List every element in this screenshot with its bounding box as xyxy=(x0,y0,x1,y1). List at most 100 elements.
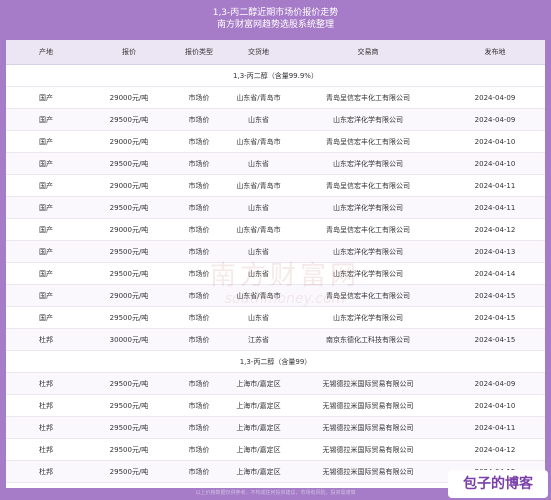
cell-price: 29500元/吨 xyxy=(86,416,172,439)
cell-price-type: 市场价 xyxy=(172,240,226,263)
cell-origin: 国产 xyxy=(6,262,86,285)
cell-trader: 山东宏洋化学有限公司 xyxy=(291,306,445,329)
cell-trader: 青岛呈信宏丰化工有限公司 xyxy=(291,130,445,153)
cell-price-type: 市场价 xyxy=(172,460,226,483)
cell-origin: 杜邦 xyxy=(6,438,86,461)
cell-trader: 山东宏洋化学有限公司 xyxy=(291,152,445,175)
cell-origin: 杜邦 xyxy=(6,328,86,351)
section-header-row: 1,3-丙二醇（含量99） xyxy=(6,350,545,373)
cell-trader: 青岛呈信宏丰化工有限公司 xyxy=(291,86,445,109)
table-row[interactable]: 杜邦29500元/吨市场价上海市/嘉定区无锡德拉米国际贸易有限公司2024-04… xyxy=(6,372,545,395)
table-row[interactable]: 国产 29000元/吨 市场价 山东省/青岛市 青岛呈信宏丰化工有限公司 2024-04-… xyxy=(6,174,545,197)
cell-date: 2024-04-12 xyxy=(445,218,545,241)
cell-date: 2024-04-09 xyxy=(445,108,545,131)
cell-delivery: 山东省 xyxy=(226,152,291,175)
cell-trader: 无锡德拉米国际贸易有限公司 xyxy=(291,438,445,461)
table-row[interactable]: 国产 29000元/吨 市场价 山东省/青岛市 青岛呈信宏丰化工有限公司 2024-04-… xyxy=(6,86,545,109)
column-header-origin: 产地 xyxy=(6,40,86,65)
cell-date: 2024-04-11 xyxy=(445,416,545,439)
cell-origin: 国产 xyxy=(6,284,86,307)
cell-price: 29500元/吨 xyxy=(86,372,172,395)
cell-date: 2024-04-15 xyxy=(445,284,545,307)
table-row[interactable]: 国产 29500元/吨 市场价 山东省 山东宏洋化学有限公司 2024-04-15 xyxy=(6,306,545,329)
cell-origin: 国产 xyxy=(6,108,86,131)
column-header-trader: 交易商 xyxy=(291,40,445,65)
cell-price: 29500元/吨 xyxy=(86,394,172,417)
cell-origin: 国产 xyxy=(6,240,86,263)
table-row[interactable]: 国产 29500元/吨 市场价 山东省 山东宏洋化学有限公司 2024-04-11 xyxy=(6,196,545,219)
cell-delivery: 山东省 xyxy=(226,240,291,263)
cell-delivery: 山东省/青岛市 xyxy=(226,284,291,307)
table-row[interactable]: 杜邦 30000元/吨 市场价 江苏省 南京东德化工科技有限公司 2024-04-15 xyxy=(6,328,545,351)
cell-delivery: 上海市/嘉定区 xyxy=(226,460,291,483)
cell-price-type: 市场价 xyxy=(172,416,226,439)
cell-price: 29500元/吨 xyxy=(86,108,172,131)
cell-price: 30000元/吨 xyxy=(86,328,172,351)
cell-origin: 国产 xyxy=(6,174,86,197)
cell-origin: 杜邦 xyxy=(6,394,86,417)
column-header-price: 报价 xyxy=(86,40,172,65)
table-header-row: 产地 报价 报价类型 交货地 交易商 发布地 xyxy=(6,40,545,65)
cell-price-type: 市场价 xyxy=(172,438,226,461)
table-body: 1,3-丙二醇（含量99.9%） 国产 29000元/吨 市场价 山东省/青岛市 青岛呈… xyxy=(6,64,545,483)
cell-price-type: 市场价 xyxy=(172,108,226,131)
table-row[interactable]: 国产 29500元/吨 市场价 山东省 山东宏洋化学有限公司 2024-04-10 xyxy=(6,152,545,175)
cell-date: 2024-04-10 xyxy=(445,394,545,417)
table-row[interactable]: 国产 29500元/吨 市场价 山东省 山东宏洋化学有限公司 2024-04-09 xyxy=(6,108,545,131)
cell-trader: 无锡德拉米国际贸易有限公司 xyxy=(291,460,445,483)
column-header-price-type: 报价类型 xyxy=(172,40,226,65)
cell-delivery: 山东省 xyxy=(226,306,291,329)
cell-trader: 无锡德拉米国际贸易有限公司 xyxy=(291,394,445,417)
cell-trader: 南京东德化工科技有限公司 xyxy=(291,328,445,351)
cell-trader: 山东宏洋化学有限公司 xyxy=(291,262,445,285)
cell-delivery: 山东省/青岛市 xyxy=(226,130,291,153)
cell-origin: 国产 xyxy=(6,130,86,153)
cell-date: 2024-04-09 xyxy=(445,372,545,395)
cell-origin: 杜邦 xyxy=(6,416,86,439)
table-row[interactable]: 杜邦29500元/吨市场价上海市/嘉定区无锡德拉米国际贸易有限公司2024-04… xyxy=(6,438,545,461)
table-row[interactable]: 国产 29500元/吨 市场价 山东省 山东宏洋化学有限公司 2024-04-13 xyxy=(6,240,545,263)
cell-trader: 青岛呈信宏丰化工有限公司 xyxy=(291,218,445,241)
cell-origin: 国产 xyxy=(6,218,86,241)
cell-price-type: 市场价 xyxy=(172,152,226,175)
cell-price: 29500元/吨 xyxy=(86,152,172,175)
cell-delivery: 上海市/嘉定区 xyxy=(226,394,291,417)
cell-delivery: 山东省/青岛市 xyxy=(226,174,291,197)
cell-delivery: 江苏省 xyxy=(226,328,291,351)
table-row[interactable]: 国产 29000元/吨 市场价 山东省/青岛市 青岛呈信宏丰化工有限公司 2024-04-… xyxy=(6,284,545,307)
cell-price-type: 市场价 xyxy=(172,262,226,285)
cell-trader: 无锡德拉米国际贸易有限公司 xyxy=(291,416,445,439)
cell-date: 2024-04-11 xyxy=(445,196,545,219)
table-row[interactable]: 国产 29000元/吨 市场价 山东省/青岛市 青岛呈信宏丰化工有限公司 2024-04-… xyxy=(6,130,545,153)
price-table-panel: 产地 报价 报价类型 交货地 交易商 发布地 1,3-丙二醇（含量99.9%） … xyxy=(6,40,545,488)
cell-date: 2024-04-11 xyxy=(445,174,545,197)
cell-date: 2024-04-15 xyxy=(445,306,545,329)
cell-price: 29000元/吨 xyxy=(86,218,172,241)
table-row[interactable]: 杜邦29500元/吨市场价上海市/嘉定区无锡德拉米国际贸易有限公司2024-04… xyxy=(6,394,545,417)
table-row[interactable]: 国产 29500元/吨 市场价 山东省 山东宏洋化学有限公司 2024-04-14 xyxy=(6,262,545,285)
cell-delivery: 山东省 xyxy=(226,108,291,131)
cell-price-type: 市场价 xyxy=(172,86,226,109)
cell-price: 29000元/吨 xyxy=(86,284,172,307)
cell-price: 29500元/吨 xyxy=(86,240,172,263)
cell-price-type: 市场价 xyxy=(172,328,226,351)
cell-price-type: 市场价 xyxy=(172,196,226,219)
section-title-2: 1,3-丙二醇（含量99） xyxy=(6,350,545,373)
cell-origin: 国产 xyxy=(6,196,86,219)
cell-price-type: 市场价 xyxy=(172,372,226,395)
cell-origin: 国产 xyxy=(6,152,86,175)
cell-date: 2024-04-14 xyxy=(445,262,545,285)
cell-price: 29500元/吨 xyxy=(86,460,172,483)
table-row[interactable]: 杜邦29500元/吨市场价上海市/嘉定区无锡德拉米国际贸易有限公司2024-04… xyxy=(6,416,545,439)
table-row[interactable]: 国产 29000元/吨 市场价 山东省/青岛市 青岛呈信宏丰化工有限公司 2024-04-… xyxy=(6,218,545,241)
cell-price-type: 市场价 xyxy=(172,174,226,197)
price-table: 产地 报价 报价类型 交货地 交易商 发布地 1,3-丙二醇（含量99.9%） … xyxy=(6,40,545,483)
cell-trader: 青岛呈信宏丰化工有限公司 xyxy=(291,284,445,307)
cell-origin: 杜邦 xyxy=(6,372,86,395)
blog-badge[interactable]: 包子的博客 xyxy=(448,470,548,498)
cell-date: 2024-04-10 xyxy=(445,130,545,153)
cell-trader: 山东宏洋化学有限公司 xyxy=(291,240,445,263)
cell-price: 29000元/吨 xyxy=(86,86,172,109)
cell-price: 29000元/吨 xyxy=(86,130,172,153)
cell-delivery: 上海市/嘉定区 xyxy=(226,438,291,461)
